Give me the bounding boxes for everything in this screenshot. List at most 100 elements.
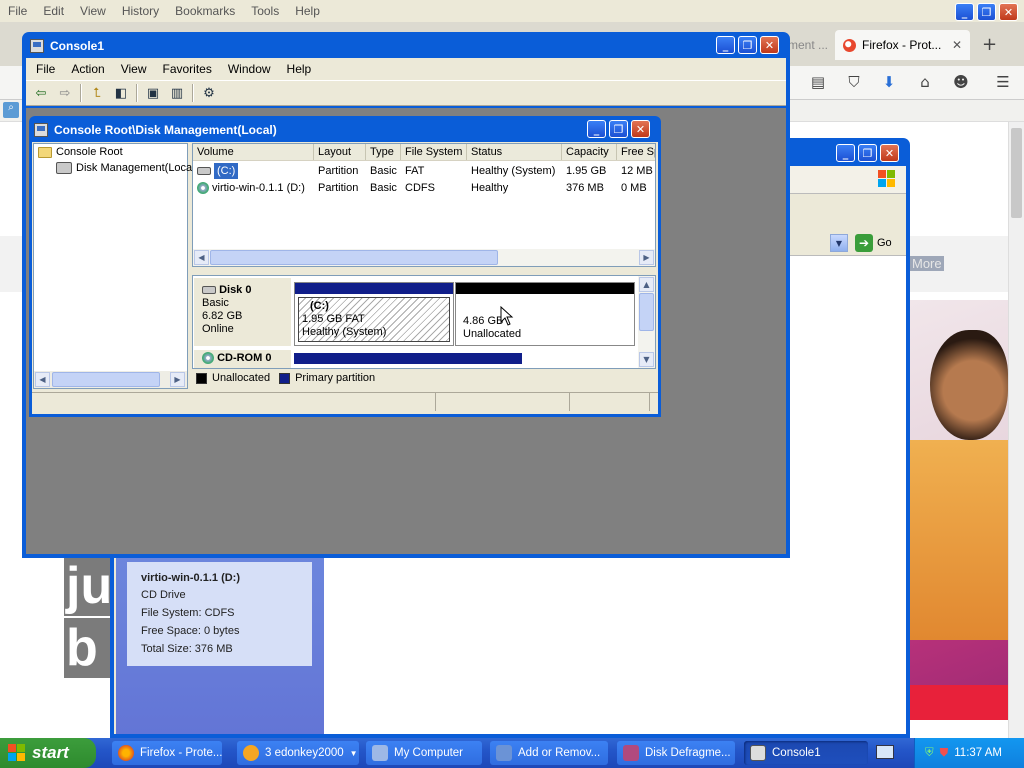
column-file-system[interactable]: File System bbox=[401, 144, 467, 160]
taskbar-item-console1[interactable]: Console1 bbox=[744, 741, 868, 765]
chevron-down-icon[interactable]: ▼ bbox=[830, 234, 848, 252]
firefox-scrollbar[interactable] bbox=[1008, 122, 1024, 740]
scroll-left-icon[interactable]: ◀ bbox=[35, 372, 50, 387]
scroll-left-icon[interactable]: ◀ bbox=[194, 250, 209, 265]
search-icon[interactable]: ⌕ bbox=[3, 102, 19, 118]
disk-management-titlebar[interactable]: Console Root\Disk Management(Local) bbox=[32, 118, 658, 142]
properties-icon[interactable]: ▣ bbox=[142, 83, 164, 103]
console-menu-view[interactable]: View bbox=[113, 62, 155, 76]
firefox-menu-help[interactable]: Help bbox=[287, 4, 328, 18]
start-button[interactable]: start bbox=[0, 738, 96, 768]
clock[interactable]: 11:37 AM bbox=[954, 747, 1002, 759]
disk-0-state: Online bbox=[202, 323, 234, 335]
mc-close-button[interactable]: ✕ bbox=[880, 144, 899, 162]
table-row[interactable]: (C:) Partition Basic FAT Healthy (System… bbox=[193, 163, 655, 179]
taskbar-item-firefox[interactable]: Firefox - Prote... bbox=[112, 741, 222, 765]
firefox-maximize-button[interactable]: ❐ bbox=[977, 3, 996, 21]
tab-close-icon[interactable]: ✕ bbox=[952, 38, 962, 52]
table-row[interactable]: virtio-win-0.1.1 (D:) Partition Basic CD… bbox=[193, 180, 655, 196]
mc-minimize-button[interactable]: _ bbox=[836, 144, 855, 162]
dm-close-button[interactable]: ✕ bbox=[631, 120, 650, 138]
page-more-link[interactable]: More bbox=[910, 256, 944, 271]
network-icon[interactable]: ⛨ bbox=[925, 747, 934, 760]
column-volume[interactable]: Volume bbox=[193, 144, 314, 160]
firefox-close-button[interactable]: ✕ bbox=[999, 3, 1018, 21]
partition-c[interactable]: (C:) 1.95 GB FAT Healthy (System) bbox=[294, 282, 454, 346]
home-icon[interactable]: ⌂ bbox=[913, 70, 937, 94]
console-close-button[interactable]: ✕ bbox=[760, 36, 779, 54]
disk-0-label[interactable]: Disk 0 Basic 6.82 GB Online bbox=[194, 278, 291, 346]
pocket-icon[interactable]: ⛉ bbox=[842, 70, 866, 94]
console-menu-file[interactable]: File bbox=[28, 62, 63, 76]
tree-item-console-root[interactable]: Console Root bbox=[38, 146, 123, 158]
settings-icon[interactable]: ⚙ bbox=[198, 83, 220, 103]
volume-name: (C:) bbox=[214, 163, 239, 179]
firefox-menu-view[interactable]: View bbox=[72, 4, 114, 18]
firefox-menu-file[interactable]: File bbox=[0, 4, 35, 18]
cdrom-partition-bar[interactable] bbox=[294, 353, 522, 364]
windows-flag-icon bbox=[8, 744, 26, 762]
console-menu-window[interactable]: Window bbox=[220, 62, 279, 76]
reader-icon[interactable]: ▤ bbox=[806, 70, 830, 94]
firefox-tab-active[interactable]: Firefox - Prot... ✕ bbox=[835, 30, 970, 60]
forward-icon[interactable]: ⇨ bbox=[54, 83, 76, 103]
dm-minimize-button[interactable]: _ bbox=[587, 120, 606, 138]
tree-scrollbar[interactable]: ◀ ▶ bbox=[34, 371, 187, 388]
menu-icon[interactable]: ☰ bbox=[991, 70, 1015, 94]
scroll-thumb[interactable] bbox=[210, 250, 498, 265]
security-shield-icon[interactable]: ⛊ bbox=[940, 747, 949, 760]
taskbar-item-add-remove[interactable]: Add or Remov... bbox=[490, 741, 608, 765]
taskbar-item-edonkey[interactable]: 3 edonkey2000 ▼ bbox=[237, 741, 359, 765]
console-maximize-button[interactable]: ❐ bbox=[738, 36, 757, 54]
smiley-icon[interactable]: ☻ bbox=[949, 70, 973, 94]
column-capacity[interactable]: Capacity bbox=[562, 144, 617, 160]
column-type[interactable]: Type bbox=[366, 144, 401, 160]
console-minimize-button[interactable]: _ bbox=[716, 36, 735, 54]
legend-primary-swatch bbox=[279, 372, 291, 384]
console-menu-help[interactable]: Help bbox=[279, 62, 320, 76]
column-layout[interactable]: Layout bbox=[314, 144, 366, 160]
scroll-right-icon[interactable]: ▶ bbox=[639, 250, 654, 265]
graph-scrollbar[interactable]: ▲ ▼ bbox=[638, 276, 655, 368]
download-icon[interactable]: ⬇ bbox=[877, 70, 901, 94]
details-free-space: Free Space: 0 bytes bbox=[141, 625, 240, 637]
tree-item-disk-management[interactable]: Disk Management(Local) bbox=[56, 162, 198, 174]
firefox-menu-bookmarks[interactable]: Bookmarks bbox=[167, 4, 243, 18]
console-menu-favorites[interactable]: Favorites bbox=[155, 62, 220, 76]
new-tab-button[interactable]: + bbox=[982, 34, 997, 55]
dm-maximize-button[interactable]: ❐ bbox=[609, 120, 628, 138]
firefox-menu-history[interactable]: History bbox=[114, 4, 167, 18]
cell-type: Basic bbox=[370, 165, 397, 177]
console-titlebar[interactable]: Console1 bbox=[26, 34, 786, 58]
scroll-down-icon[interactable]: ▼ bbox=[639, 352, 654, 367]
unallocated-space[interactable]: 4.86 GB Unallocated bbox=[455, 282, 635, 346]
scroll-thumb[interactable] bbox=[639, 293, 654, 331]
disk-0-kind: Basic bbox=[202, 297, 229, 309]
go-button[interactable]: ➔ Go bbox=[855, 234, 892, 252]
cell-capacity: 376 MB bbox=[566, 182, 604, 194]
firefox-minimize-button[interactable]: _ bbox=[955, 3, 974, 21]
cdrom-0-label[interactable]: CD-ROM 0 bbox=[194, 350, 291, 368]
firefox-menu-edit[interactable]: Edit bbox=[35, 4, 72, 18]
keyboard-icon[interactable] bbox=[876, 745, 894, 759]
scroll-thumb[interactable] bbox=[52, 372, 160, 387]
firefox-menu-tools[interactable]: Tools bbox=[243, 4, 287, 18]
taskbar-item-my-computer[interactable]: My Computer bbox=[366, 741, 482, 765]
taskbar-item-label: 3 edonkey2000 bbox=[265, 747, 344, 759]
taskbar-item-defrag[interactable]: Disk Defragme... bbox=[617, 741, 735, 765]
show-hide-tree-icon[interactable]: ◧ bbox=[110, 83, 132, 103]
disk-0-size: 6.82 GB bbox=[202, 310, 243, 322]
column-free-space[interactable]: Free Sp bbox=[617, 144, 655, 160]
up-folder-icon[interactable]: ⮤ bbox=[86, 83, 108, 103]
back-icon[interactable]: ⇦ bbox=[30, 83, 52, 103]
column-status[interactable]: Status bbox=[467, 144, 562, 160]
scroll-right-icon[interactable]: ▶ bbox=[170, 372, 185, 387]
console-menu-action[interactable]: Action bbox=[63, 62, 112, 76]
firefox-tab-partial[interactable]: ment ... bbox=[788, 30, 833, 60]
details-type: CD Drive bbox=[141, 589, 186, 601]
help-icon[interactable]: ▥ bbox=[166, 83, 188, 103]
chevron-down-icon: ▼ bbox=[349, 748, 358, 758]
scroll-up-icon[interactable]: ▲ bbox=[639, 277, 654, 292]
drive-icon bbox=[197, 167, 211, 175]
mc-maximize-button[interactable]: ❐ bbox=[858, 144, 877, 162]
